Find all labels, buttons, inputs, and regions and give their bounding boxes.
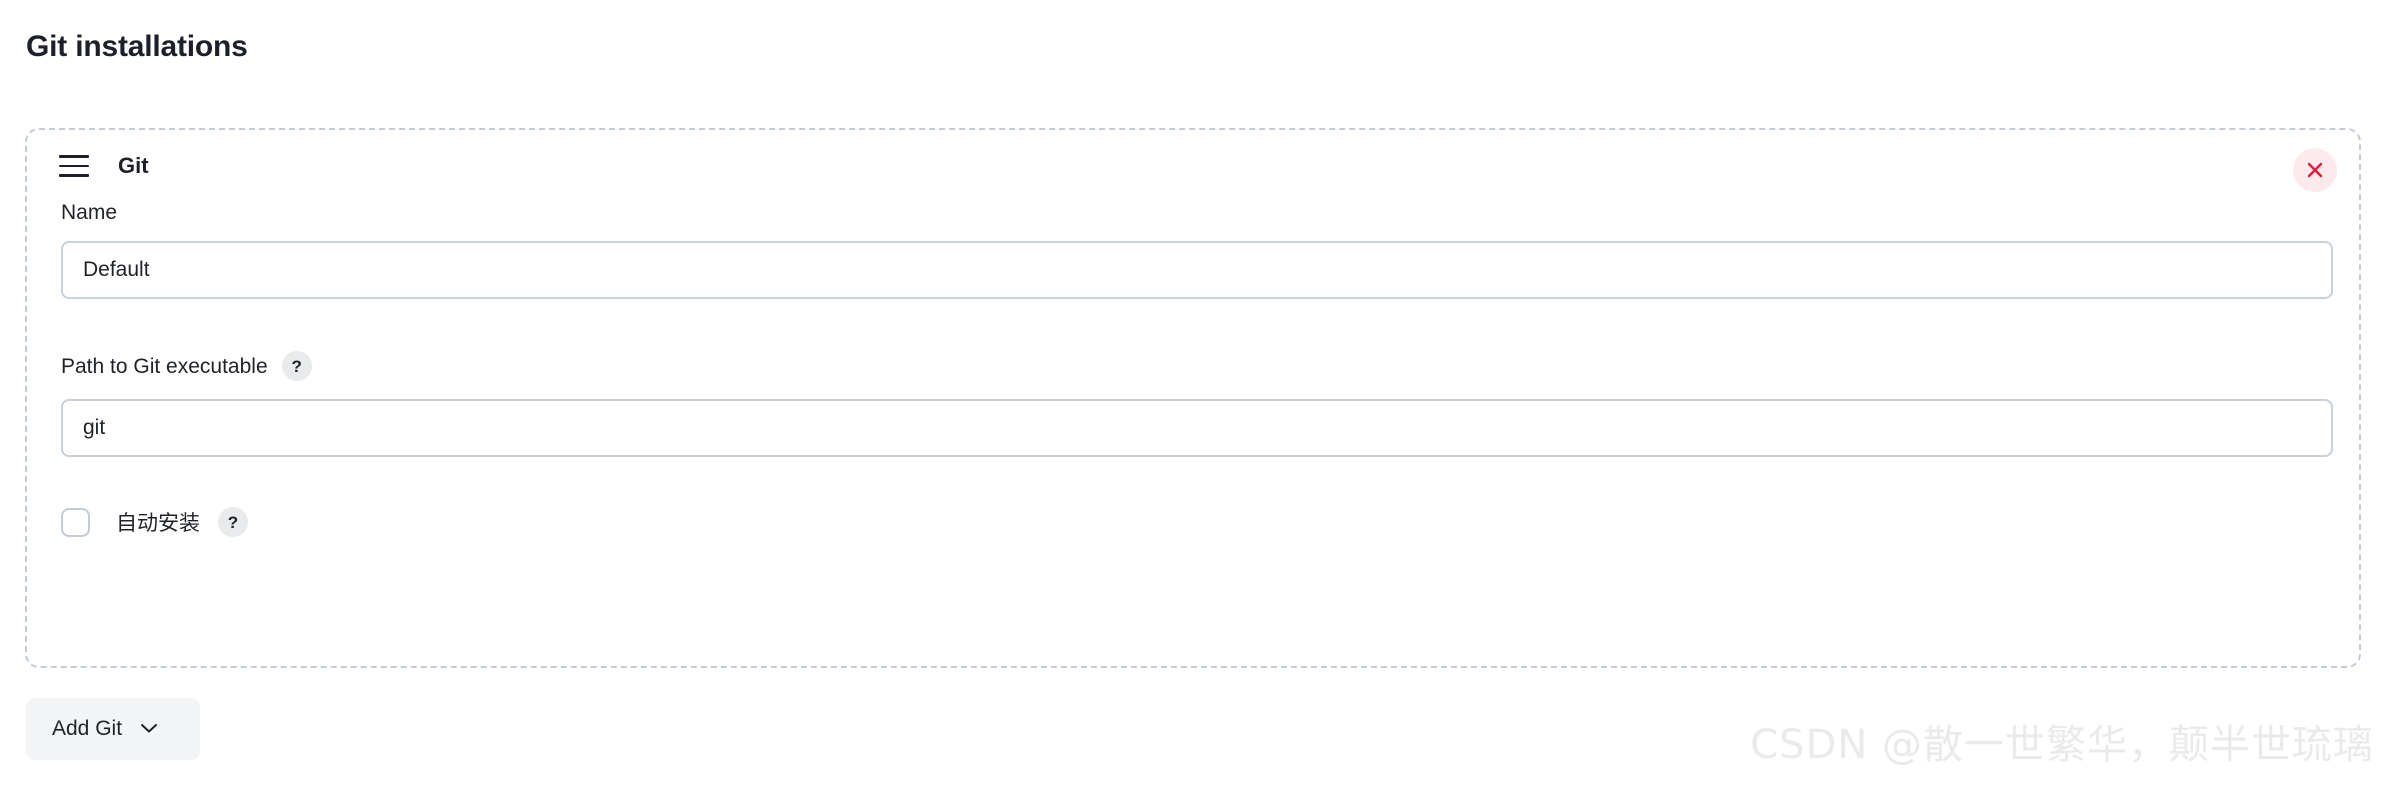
git-card-header: Git [27,130,2359,202]
path-label-row: Path to Git executable ? [61,351,2325,381]
drag-line-2 [59,164,89,168]
auto-install-row: 自动安装 ? [61,507,2325,537]
drag-line-3 [59,174,89,177]
name-label: Name [61,201,118,224]
drag-line-1 [59,155,89,158]
page-title: Git installations [26,30,248,63]
git-form: Name Path to Git executable ? 自动安装 ? [61,201,2333,537]
chevron-down-icon [140,722,158,737]
remove-git-button[interactable] [2293,148,2337,192]
add-git-label: Add Git [52,717,123,740]
path-input[interactable] [61,399,2333,457]
field-group-path: Path to Git executable ? [61,351,2333,457]
name-input[interactable] [61,241,2333,299]
field-group-name: Name [61,201,2333,299]
hamburger-drag-icon[interactable] [59,152,93,180]
git-installation-card: Git Name Path to Git executable ? [25,128,2361,668]
git-card-title: Git [118,153,149,178]
add-git-button[interactable]: Add Git [26,698,200,760]
path-help-icon[interactable]: ? [281,351,312,381]
auto-install-checkbox[interactable] [61,507,90,537]
close-x-icon [2305,160,2325,180]
auto-install-help-icon[interactable]: ? [218,507,248,537]
auto-install-label: 自动安装 [116,512,200,535]
path-label: Path to Git executable [61,354,268,378]
csdn-watermark: CSDN @散一世繁华，颠半世琉璃 [1750,722,2374,768]
